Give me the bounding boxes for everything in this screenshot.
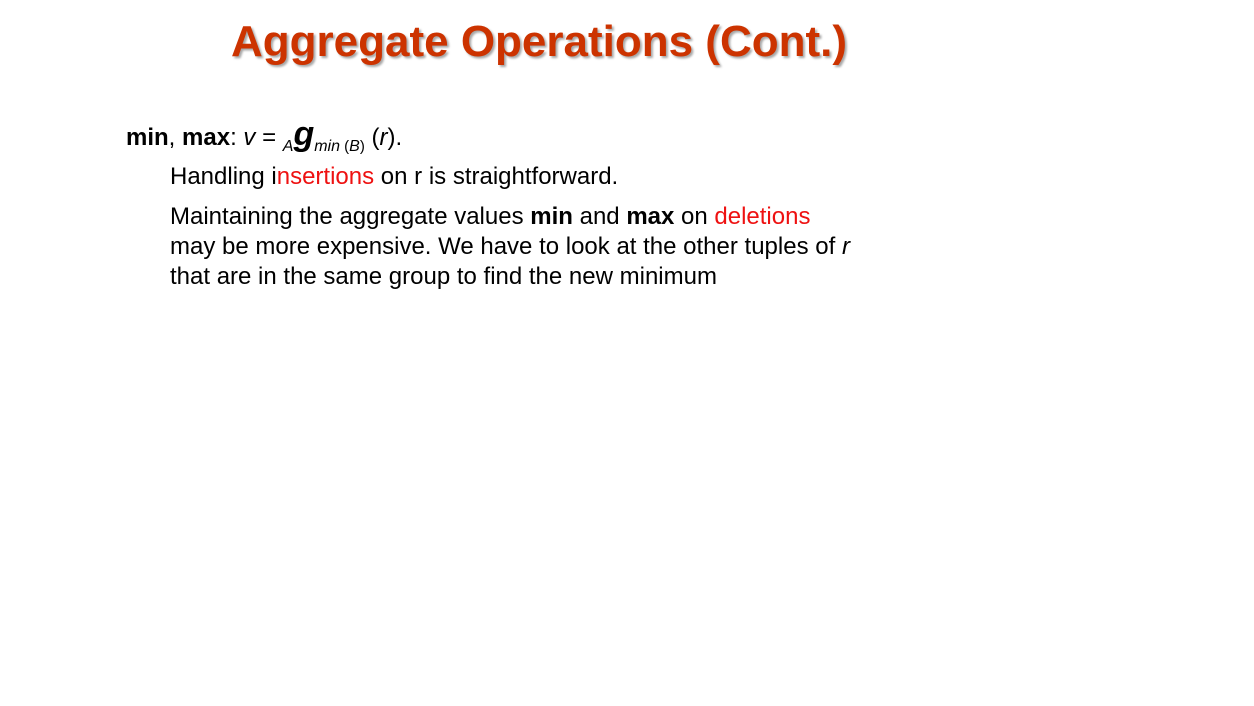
var-v: v bbox=[243, 124, 256, 151]
relation-r: r bbox=[379, 124, 388, 151]
text-run: Maintaining the aggregate values bbox=[170, 203, 531, 230]
deletions-paragraph-line1: Maintaining the aggregate values min and… bbox=[170, 202, 810, 232]
comma: , bbox=[168, 124, 183, 151]
min-keyword: min bbox=[126, 124, 169, 151]
max-keyword: max bbox=[626, 203, 675, 230]
text-run: may be more expensive. We have to look a… bbox=[170, 233, 842, 260]
deletions-highlight: deletions bbox=[714, 203, 811, 230]
slide-title: Aggregate Operations (Cont.) bbox=[231, 17, 848, 66]
text-run: on bbox=[674, 203, 715, 230]
text-run: and bbox=[572, 203, 627, 230]
deletions-paragraph-line2: may be more expensive. We have to look a… bbox=[170, 232, 850, 262]
arg-open: ( bbox=[364, 124, 380, 151]
text-run: Handling i bbox=[170, 163, 277, 190]
colon: : bbox=[230, 124, 244, 151]
arg-close: ). bbox=[387, 124, 403, 151]
min-max-formula: min, max: v = Agmin (B) (r). bbox=[126, 114, 402, 167]
group-attr-subscript: A bbox=[282, 138, 294, 155]
equals-sign: = bbox=[255, 124, 283, 151]
min-keyword: min bbox=[530, 203, 573, 230]
agg-paren-open: ( bbox=[340, 138, 350, 155]
max-keyword: max bbox=[182, 124, 231, 151]
insertions-paragraph: Handling insertions on r is straightforw… bbox=[170, 162, 618, 192]
deletions-paragraph-line3: that are in the same group to find the n… bbox=[170, 263, 717, 290]
aggregate-g-symbol: g bbox=[293, 115, 315, 153]
relation-r: r bbox=[841, 233, 850, 260]
agg-attr-subscript: B bbox=[349, 138, 360, 155]
agg-func-subscript: min bbox=[314, 138, 340, 155]
text-run: on r is straightforward. bbox=[374, 163, 619, 190]
insertions-highlight: nsertions bbox=[276, 163, 375, 190]
